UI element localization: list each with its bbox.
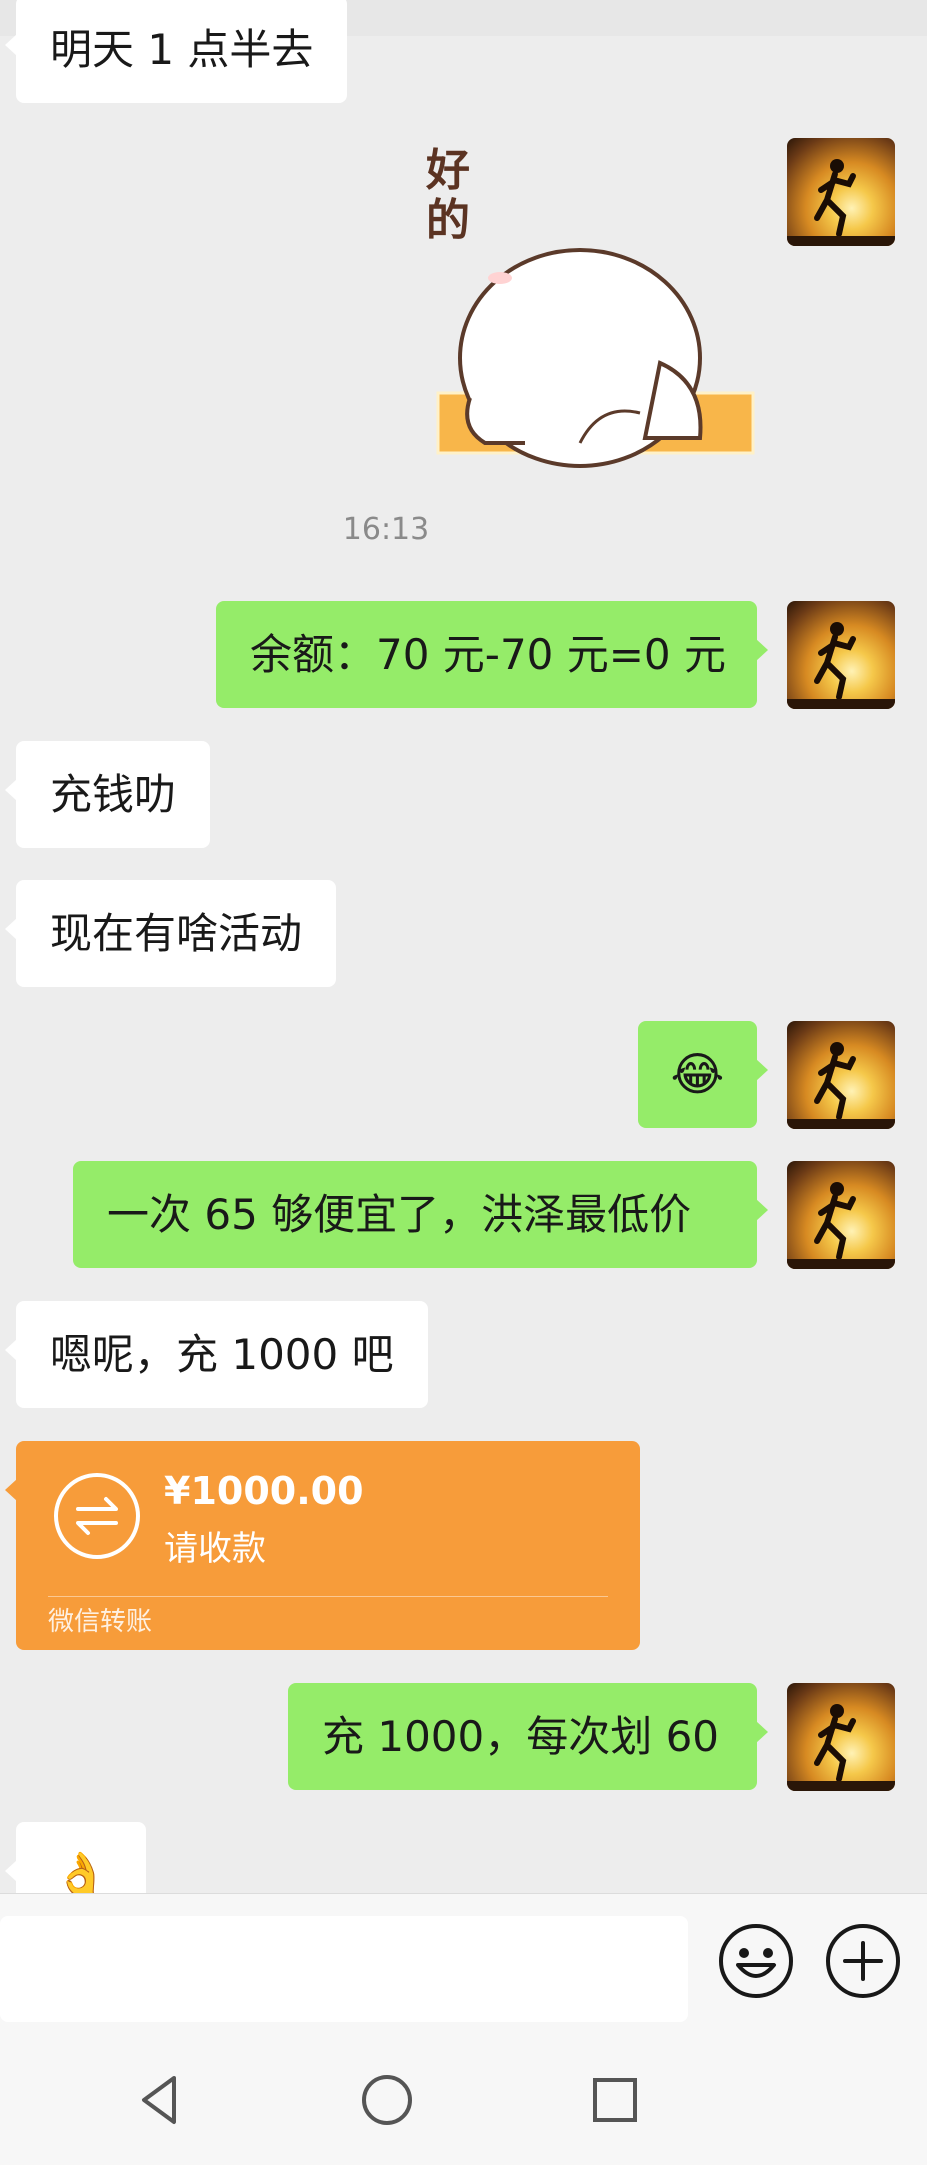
transfer-divider: [48, 1596, 608, 1597]
message-timestamp: 16:13: [342, 512, 430, 547]
runner-silhouette-icon: [787, 1704, 895, 1791]
avatar[interactable]: [787, 1683, 895, 1791]
message-text: 一次 65 够便宜了，洪泽最低价: [107, 1190, 692, 1239]
message-text: 嗯呢，充 1000 吧: [50, 1330, 394, 1379]
runner-silhouette-icon: [787, 1042, 895, 1129]
square-recents-icon[interactable]: [585, 2070, 645, 2130]
avatar[interactable]: [787, 601, 895, 709]
chat-area[interactable]: 明天 1 点半去 好的 16:13 余额：70 元-70 元=0 元 充钱叻 现…: [0, 0, 927, 1893]
avatar[interactable]: [787, 1161, 895, 1269]
transfer-status: 请收款: [164, 1529, 266, 1569]
incoming-message[interactable]: 👌: [5, 1822, 146, 1893]
avatar[interactable]: [787, 1021, 895, 1129]
outgoing-message[interactable]: 😂: [638, 1021, 768, 1128]
incoming-message[interactable]: 充钱叻: [4, 741, 211, 848]
transfer-card[interactable]: ¥1000.00 请收款 微信转账: [5, 1441, 640, 1650]
ok-hand-emoji-icon: 👌: [53, 1850, 109, 1893]
outgoing-message[interactable]: 余额：70 元-70 元=0 元: [216, 601, 768, 708]
sticker-message[interactable]: 好的: [426, 138, 760, 468]
laughing-crying-emoji-icon: 😂: [670, 1047, 725, 1101]
incoming-message[interactable]: 明天 1 点半去: [4, 0, 348, 103]
incoming-message[interactable]: 现在有啥活动: [4, 880, 337, 987]
sticker-caption: 好的: [426, 145, 470, 246]
avatar[interactable]: [787, 138, 895, 246]
circle-home-icon[interactable]: [357, 2070, 417, 2130]
smiley-icon[interactable]: [716, 1921, 796, 2001]
system-navigation-bar: [0, 2028, 927, 2165]
input-bar: [0, 1893, 927, 2029]
outgoing-message[interactable]: 充 1000，每次划 60: [288, 1683, 768, 1790]
transfer-caption: 微信转账: [48, 1607, 153, 1637]
outgoing-message[interactable]: 一次 65 够便宜了，洪泽最低价: [73, 1161, 768, 1268]
incoming-message[interactable]: 嗯呢，充 1000 吧: [5, 1301, 428, 1408]
message-text: 充钱叻: [50, 770, 177, 819]
message-text: 现在有啥活动: [50, 909, 303, 958]
message-text: 充 1000，每次划 60: [322, 1712, 720, 1761]
runner-silhouette-icon: [787, 1182, 895, 1269]
message-text: 明天 1 点半去: [50, 25, 314, 74]
message-input[interactable]: [0, 1916, 688, 2022]
transfer-amount: ¥1000.00: [164, 1469, 364, 1513]
runner-silhouette-icon: [787, 159, 895, 246]
runner-silhouette-icon: [787, 622, 895, 709]
plus-circle-icon[interactable]: [823, 1921, 903, 2001]
message-text: 余额：70 元-70 元=0 元: [250, 630, 727, 679]
triangle-back-icon[interactable]: [130, 2070, 190, 2130]
transfer-icon: [54, 1473, 140, 1559]
